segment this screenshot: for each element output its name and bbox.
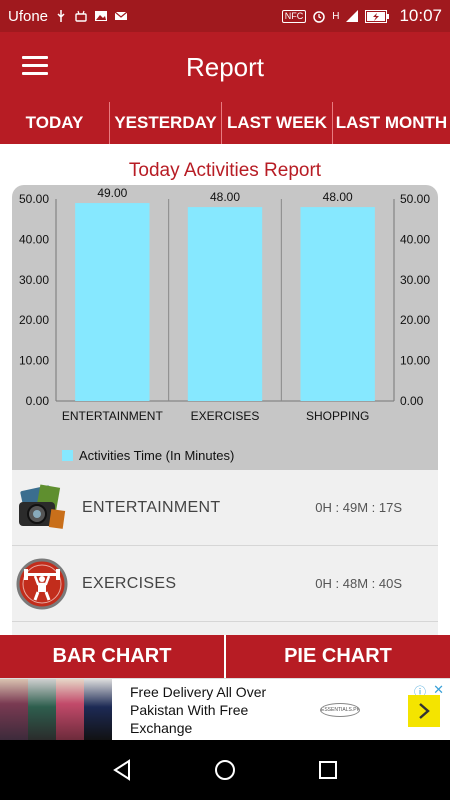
system-icons: NFC H 10:07	[281, 6, 442, 26]
ad-brand-logo: ESSENTIALS.PK	[320, 702, 360, 717]
tab-last-week[interactable]: LAST WEEK	[222, 102, 333, 144]
camera-film-icon	[16, 482, 68, 534]
bar	[187, 207, 263, 401]
tab-last-month[interactable]: LAST MONTH	[333, 102, 450, 144]
bar-data-label: 48.00	[210, 190, 240, 204]
bar-chart-card: 0.00 0.00 10.00 10.00 20.00 20.00 30.00 30.00 40…	[12, 185, 438, 470]
mail-icon	[114, 11, 128, 20]
y-tick-label-left: 10.00	[19, 354, 49, 368]
x-category-label: EXERCISES	[191, 409, 260, 423]
tab-yesterday[interactable]: YESTERDAY	[110, 102, 222, 144]
y-tick-label-right: 10.00	[400, 354, 430, 368]
y-tick-label-left: 0.00	[26, 394, 50, 408]
y-tick-label-right: 50.00	[400, 192, 430, 206]
app-bar: Report	[0, 32, 450, 102]
ad-image	[0, 678, 28, 741]
chart-type-buttons: BAR CHART PIE CHART	[0, 635, 450, 678]
report-title: Today Activities Report	[128, 160, 322, 181]
home-icon[interactable]	[210, 755, 240, 785]
list-item-exercises[interactable]: EXERCISES 0H : 48M : 40S	[12, 546, 438, 622]
page-title: Report	[185, 51, 265, 82]
hamburger-menu-icon[interactable]	[22, 56, 48, 76]
y-tick-label-left: 50.00	[19, 192, 49, 206]
bar-data-label: 49.00	[97, 186, 127, 200]
gallery-icon	[95, 11, 108, 21]
bar-chart-button[interactable]: BAR CHART	[0, 635, 224, 678]
y-tick-label-right: 0.00	[400, 394, 424, 408]
battery-icon	[365, 9, 390, 23]
notification-icons	[54, 9, 128, 23]
weightlifter-icon	[16, 558, 68, 610]
y-tick-label-left: 40.00	[19, 232, 49, 246]
signal-icon	[346, 10, 359, 22]
chart-legend: Activities Time (In Minutes)	[62, 448, 234, 463]
ad-image	[28, 678, 56, 741]
bar-chart: 0.00 0.00 10.00 10.00 20.00 20.00 30.00 30.00 40…	[19, 186, 430, 423]
recents-icon[interactable]	[313, 755, 343, 785]
ad-text: Free Delivery All Over Pakistan With Fre…	[130, 683, 267, 736]
y-tick-label-right: 40.00	[400, 232, 430, 246]
bar-data-label: 48.00	[323, 190, 353, 204]
legend-label: Activities Time (In Minutes)	[79, 448, 235, 463]
activity-name: ENTERTAINMENT	[82, 498, 221, 516]
ad-product-images	[0, 678, 112, 741]
bar	[75, 203, 150, 401]
android-debug-icon	[75, 10, 87, 22]
y-tick-label-left: 30.00	[19, 273, 49, 287]
x-category-label: SHOPPING	[306, 409, 369, 423]
chevron-right-icon[interactable]	[408, 695, 440, 727]
app-screen: Ufone NFC H 10:07 Report TODAY YESTERDAY…	[0, 0, 450, 800]
y-tick-label-left: 20.00	[19, 313, 49, 327]
y-tick-label-right: 20.00	[400, 313, 430, 327]
period-tabs: TODAY YESTERDAY LAST WEEK LAST MONTH	[0, 102, 450, 144]
activity-list: ENTERTAINMENT 0H : 49M : 17S EXERCISES 0…	[12, 470, 438, 635]
usb-icon	[57, 10, 65, 22]
bar	[300, 207, 375, 401]
legend-swatch	[62, 450, 73, 461]
ad-banner[interactable]: Free Delivery All Over Pakistan With Fre…	[0, 678, 450, 741]
activity-duration: 0H : 48M : 40S	[315, 576, 402, 591]
ad-image	[56, 678, 84, 741]
alarm-icon	[313, 11, 325, 23]
back-icon[interactable]	[107, 755, 137, 785]
clock: 10:07	[399, 6, 442, 25]
nfc-icon: NFC	[281, 9, 307, 23]
activity-duration: 0H : 49M : 17S	[315, 500, 402, 515]
network-type: H	[332, 10, 340, 22]
y-tick-label-right: 30.00	[400, 273, 430, 287]
pie-chart-button[interactable]: PIE CHART	[224, 635, 450, 678]
system-nav-bar	[0, 740, 450, 800]
x-category-label: ENTERTAINMENT	[62, 409, 164, 423]
activity-name: EXERCISES	[82, 574, 177, 592]
tab-today[interactable]: TODAY	[0, 102, 110, 144]
ad-image	[84, 678, 112, 741]
carrier-name: Ufone	[8, 7, 49, 25]
list-item-entertainment[interactable]: ENTERTAINMENT 0H : 49M : 17S	[12, 470, 438, 546]
status-bar: Ufone NFC H 10:07	[0, 0, 450, 32]
